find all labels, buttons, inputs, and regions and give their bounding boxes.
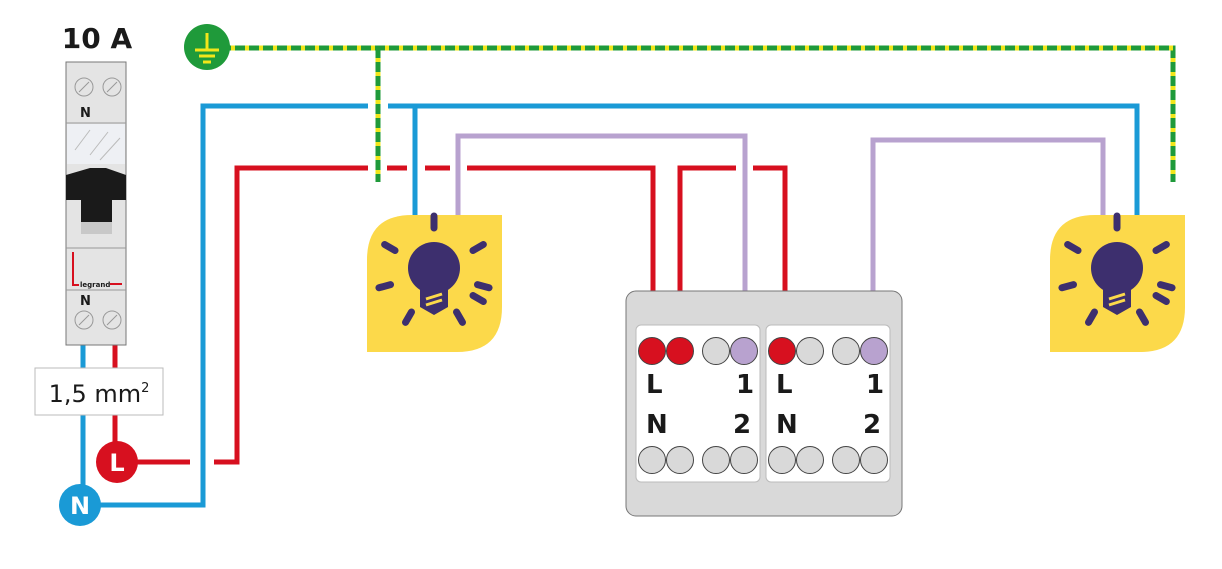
terminal-label-top-left: L (776, 370, 793, 400)
cable-section-label: 1,5 mm2 (49, 380, 150, 408)
switch-module: L 1 N 2 (635, 324, 761, 483)
switch-box: L 1N 2L 1N 2 (625, 290, 903, 517)
wiring-diagram: 10 A legrand N N 1,5 mm2 L N L 1N 2L 1N 2 (34, 22, 1185, 526)
breaker-brand: legrand (80, 281, 110, 289)
breaker-top-n: N (80, 106, 91, 121)
terminal-label-bottom-right: 2 (733, 410, 751, 440)
terminal (796, 446, 824, 474)
terminal (832, 337, 860, 365)
terminal (638, 446, 666, 474)
light-bulb-icon (367, 212, 502, 352)
breaker-rating: 10 A (62, 22, 133, 55)
light-bulb-icon (1050, 212, 1185, 352)
terminal (638, 337, 666, 365)
terminal (768, 446, 796, 474)
svg-text:L: L (109, 449, 124, 477)
breaker-bottom-n: N (80, 294, 91, 309)
terminal (702, 337, 730, 365)
terminal-label-bottom-left: N (646, 410, 668, 440)
terminal-label-top-right: 1 (866, 370, 884, 400)
terminal (666, 446, 694, 474)
svg-text:N: N (70, 492, 90, 520)
terminal (796, 337, 824, 365)
terminal-label-top-right: 1 (736, 370, 754, 400)
terminal-label-top-left: L (646, 370, 663, 400)
terminal (860, 337, 888, 365)
neutral-source: N (59, 484, 101, 526)
terminal (832, 446, 860, 474)
terminal-label-bottom-right: 2 (863, 410, 881, 440)
earth-wire (207, 45, 1176, 182)
terminal (860, 446, 888, 474)
circuit-breaker: legrand N N (65, 61, 127, 346)
terminal (702, 446, 730, 474)
terminal (730, 337, 758, 365)
terminal (666, 337, 694, 365)
terminal (730, 446, 758, 474)
terminal-label-bottom-left: N (776, 410, 798, 440)
switch-module: L 1 N 2 (765, 324, 891, 483)
terminal (768, 337, 796, 365)
earth-ground-icon (184, 24, 230, 70)
line-source: L (96, 441, 138, 483)
